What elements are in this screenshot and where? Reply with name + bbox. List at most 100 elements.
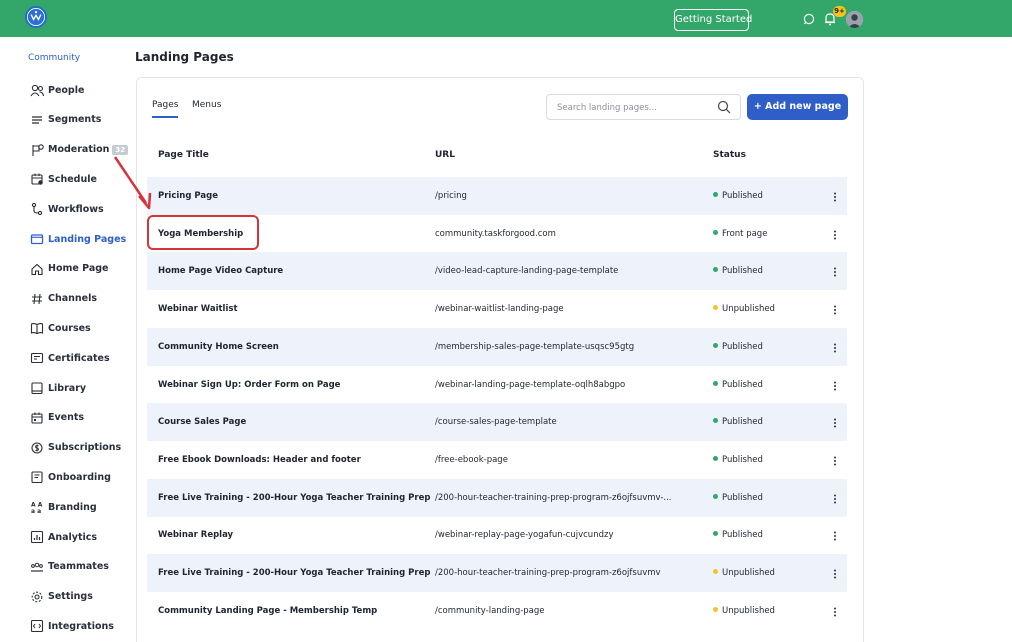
table-row[interactable]: Webinar Waitlist/webinar-waitlist-landin… (147, 290, 847, 328)
sidebar-item-integrations[interactable]: Integrations (24, 613, 120, 639)
add-new-page-button[interactable]: + Add new page (747, 94, 848, 120)
chat-icon[interactable] (803, 13, 815, 25)
status-label: Published (722, 379, 763, 390)
sidebar-item-moderation[interactable]: Moderation 32 (24, 137, 129, 163)
table-row[interactable]: Community Landing Page - Membership Temp… (147, 592, 847, 630)
status-cell: Unpublished (713, 290, 775, 328)
row-menu-icon[interactable] (831, 189, 839, 203)
table-row[interactable]: Webinar Sign Up: Order Form on Page/webi… (147, 366, 847, 404)
sidebar-item-workflows[interactable]: Workflows (24, 196, 120, 222)
sidebar-item-library[interactable]: Library (24, 375, 120, 401)
table-row[interactable]: Course Sales Page/course-sales-page-temp… (147, 403, 847, 442)
sidebar-item-landing-pages[interactable]: Landing Pages (24, 226, 126, 252)
page-title-cell[interactable]: Webinar Waitlist (158, 290, 238, 328)
url-cell: /200-hour-teacher-training-prep-program-… (435, 492, 672, 503)
sidebar-community-link[interactable]: Community (28, 53, 80, 63)
hash-icon (30, 292, 44, 306)
sidebar-item-branding[interactable]: A Aa a Branding (24, 494, 120, 520)
row-menu-icon[interactable] (831, 604, 839, 618)
annotation-highlight-box (147, 215, 259, 250)
sidebar-item-label: Home Page (48, 263, 109, 275)
tab-pages[interactable]: Pages (152, 100, 178, 110)
row-menu-icon[interactable] (831, 302, 839, 316)
tab-menus[interactable]: Menus (192, 100, 221, 110)
analytics-icon (30, 530, 44, 544)
status-label: Unpublished (722, 304, 775, 315)
url-cell: community.taskforgood.com (435, 228, 556, 239)
app-logo[interactable] (25, 6, 47, 28)
onboarding-icon (30, 470, 44, 484)
sidebar-item-channels[interactable]: Channels (24, 286, 120, 312)
table-row[interactable]: Pricing Page/pricing Published (147, 177, 847, 215)
status-label: Front page (722, 228, 768, 239)
page-title-cell[interactable]: Free Live Training - 200-Hour Yoga Teach… (158, 479, 430, 517)
table-row[interactable]: Webinar Replay/webinar-replay-page-yogaf… (147, 516, 847, 554)
search-icon[interactable] (717, 100, 731, 114)
page-title-cell[interactable]: Community Landing Page - Membership Temp (158, 592, 377, 630)
sidebar-item-subscriptions[interactable]: Subscriptions (24, 435, 122, 461)
getting-started-button[interactable]: Getting Started (674, 9, 752, 31)
sidebar-item-label: Segments (48, 114, 102, 126)
active-tab-indicator (152, 116, 178, 118)
status-dot-icon (713, 531, 718, 537)
page-title-cell[interactable]: Webinar Replay (158, 516, 233, 554)
table-row[interactable]: Community Home Screen/membership-sales-p… (147, 327, 847, 366)
search-input[interactable] (547, 96, 707, 120)
table-row[interactable]: Free Live Training - 200-Hour Yoga Teach… (147, 554, 847, 592)
sidebar-item-onboarding[interactable]: Onboarding (24, 464, 120, 490)
row-menu-icon[interactable] (831, 528, 839, 542)
page-title-cell[interactable]: Community Home Screen (158, 328, 279, 366)
status-label: Unpublished (722, 568, 775, 578)
url-cell: /free-ebook-page (435, 454, 508, 465)
search-field[interactable] (546, 94, 741, 120)
subscriptions-icon (30, 441, 44, 455)
page-title: Landing Pages (135, 50, 234, 64)
sidebar-item-label: Integrations (48, 620, 114, 632)
sidebar-item-schedule[interactable]: Schedule (24, 166, 120, 192)
sidebar-item-analytics[interactable]: Analytics (24, 524, 120, 550)
page-title-cell[interactable]: Free Ebook Downloads: Header and footer (158, 441, 361, 479)
row-menu-icon[interactable] (831, 264, 839, 278)
status-cell: Published (713, 252, 763, 290)
svg-text:a a: a a (31, 508, 41, 514)
status-label: Published (722, 341, 763, 352)
sidebar-item-certificates[interactable]: Certificates (24, 345, 120, 371)
status-dot-icon (713, 229, 718, 235)
avatar[interactable] (846, 11, 863, 28)
row-menu-icon[interactable] (831, 566, 839, 580)
sidebar-item-events[interactable]: Events (24, 405, 120, 431)
sidebar-item-settings[interactable]: Settings (24, 584, 120, 610)
sidebar-item-home-page[interactable]: Home Page (24, 256, 120, 282)
url-cell: /pricing (435, 191, 467, 201)
row-menu-icon[interactable] (831, 378, 839, 392)
row-menu-icon[interactable] (831, 415, 839, 429)
table-row[interactable]: Home Page Video Capture/video-lead-captu… (147, 252, 847, 291)
status-cell: Unpublished (713, 592, 775, 630)
sidebar-item-teammates[interactable]: Teammates (24, 554, 120, 580)
sidebar-item-label: Subscriptions (48, 442, 122, 454)
column-header-status: Status (713, 150, 746, 160)
status-dot-icon (713, 455, 718, 461)
page-title-cell[interactable]: Free Live Training - 200-Hour Yoga Teach… (158, 554, 430, 592)
table-row[interactable]: Free Ebook Downloads: Header and footer /… (147, 441, 847, 479)
sidebar-item-label: Certificates (48, 352, 110, 364)
sidebar-item-label: Settings (48, 591, 93, 603)
status-cell: Published (713, 441, 763, 479)
row-menu-icon[interactable] (831, 227, 839, 241)
page-title-cell[interactable]: Home Page Video Capture (158, 252, 283, 290)
page-title-cell[interactable]: Webinar Sign Up: Order Form on Page (158, 366, 340, 404)
page-title-cell[interactable]: Pricing Page (158, 177, 218, 215)
integrations-icon (30, 619, 44, 633)
status-cell: Published (713, 328, 763, 366)
sidebar-item-label: Library (48, 382, 87, 394)
table-row[interactable]: Free Live Training - 200-Hour Yoga Teach… (147, 478, 847, 517)
row-menu-icon[interactable] (831, 340, 839, 354)
sidebar-item-courses[interactable]: Courses (24, 315, 120, 341)
sidebar-item-label: Moderation (48, 144, 110, 156)
row-menu-icon[interactable] (831, 491, 839, 505)
sidebar-item-segments[interactable]: Segments (24, 107, 120, 133)
sidebar-item-people[interactable]: People (24, 77, 120, 103)
status-label: Published (722, 454, 763, 465)
page-title-cell[interactable]: Course Sales Page (158, 403, 246, 441)
row-menu-icon[interactable] (831, 453, 839, 467)
